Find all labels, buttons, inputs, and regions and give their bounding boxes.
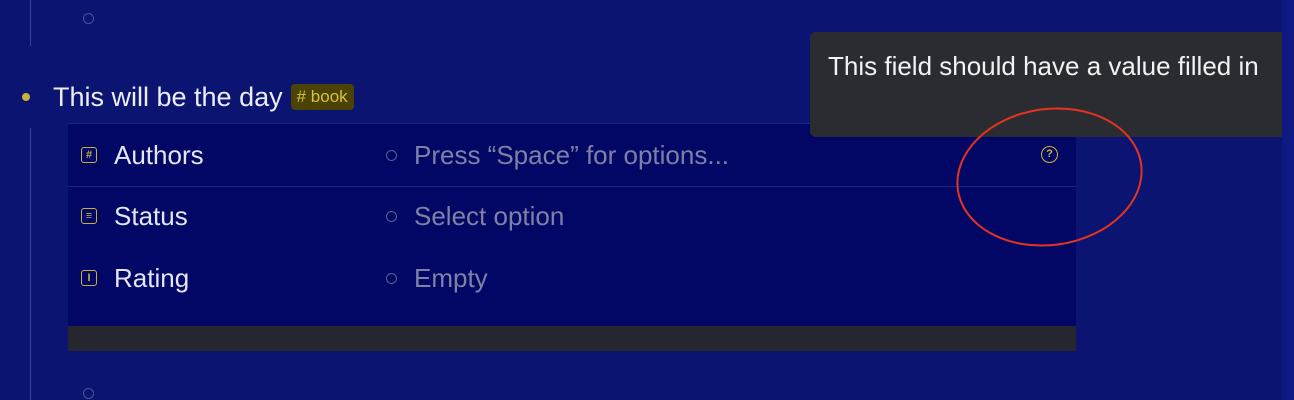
field-value-placeholder[interactable]: Empty (414, 263, 488, 294)
list-field-icon: ≡ (81, 208, 97, 224)
empty-node-bullet[interactable] (83, 13, 94, 24)
value-bullet (386, 149, 397, 161)
value-bullet (386, 210, 397, 222)
field-label[interactable]: Rating (114, 263, 384, 294)
number-field-icon: # (81, 147, 97, 163)
supertag-badge[interactable]: # book (290, 84, 354, 110)
text-field-icon: I (81, 270, 97, 286)
field-label[interactable]: Authors (114, 140, 384, 171)
indent-guide-line (30, 128, 31, 400)
field-table: # Authors Press “Space” for options... ?… (68, 123, 1076, 326)
indent-guide-line (30, 0, 31, 46)
node-title[interactable]: This will be the day (53, 82, 283, 113)
field-label[interactable]: Status (114, 201, 384, 232)
value-bullet (386, 272, 397, 284)
field-value-placeholder[interactable]: Press “Space” for options... (414, 140, 729, 171)
field-row-status[interactable]: ≡ Status Select option (68, 185, 1076, 247)
node-bullet[interactable] (22, 93, 30, 101)
field-table-footer (68, 326, 1076, 351)
field-value-placeholder[interactable]: Select option (414, 201, 564, 232)
scrollbar[interactable] (1282, 0, 1294, 400)
field-row-rating[interactable]: I Rating Empty (68, 247, 1076, 309)
outline-node[interactable]: This will be the day # book (22, 80, 354, 114)
empty-node-bullet[interactable] (83, 388, 94, 399)
